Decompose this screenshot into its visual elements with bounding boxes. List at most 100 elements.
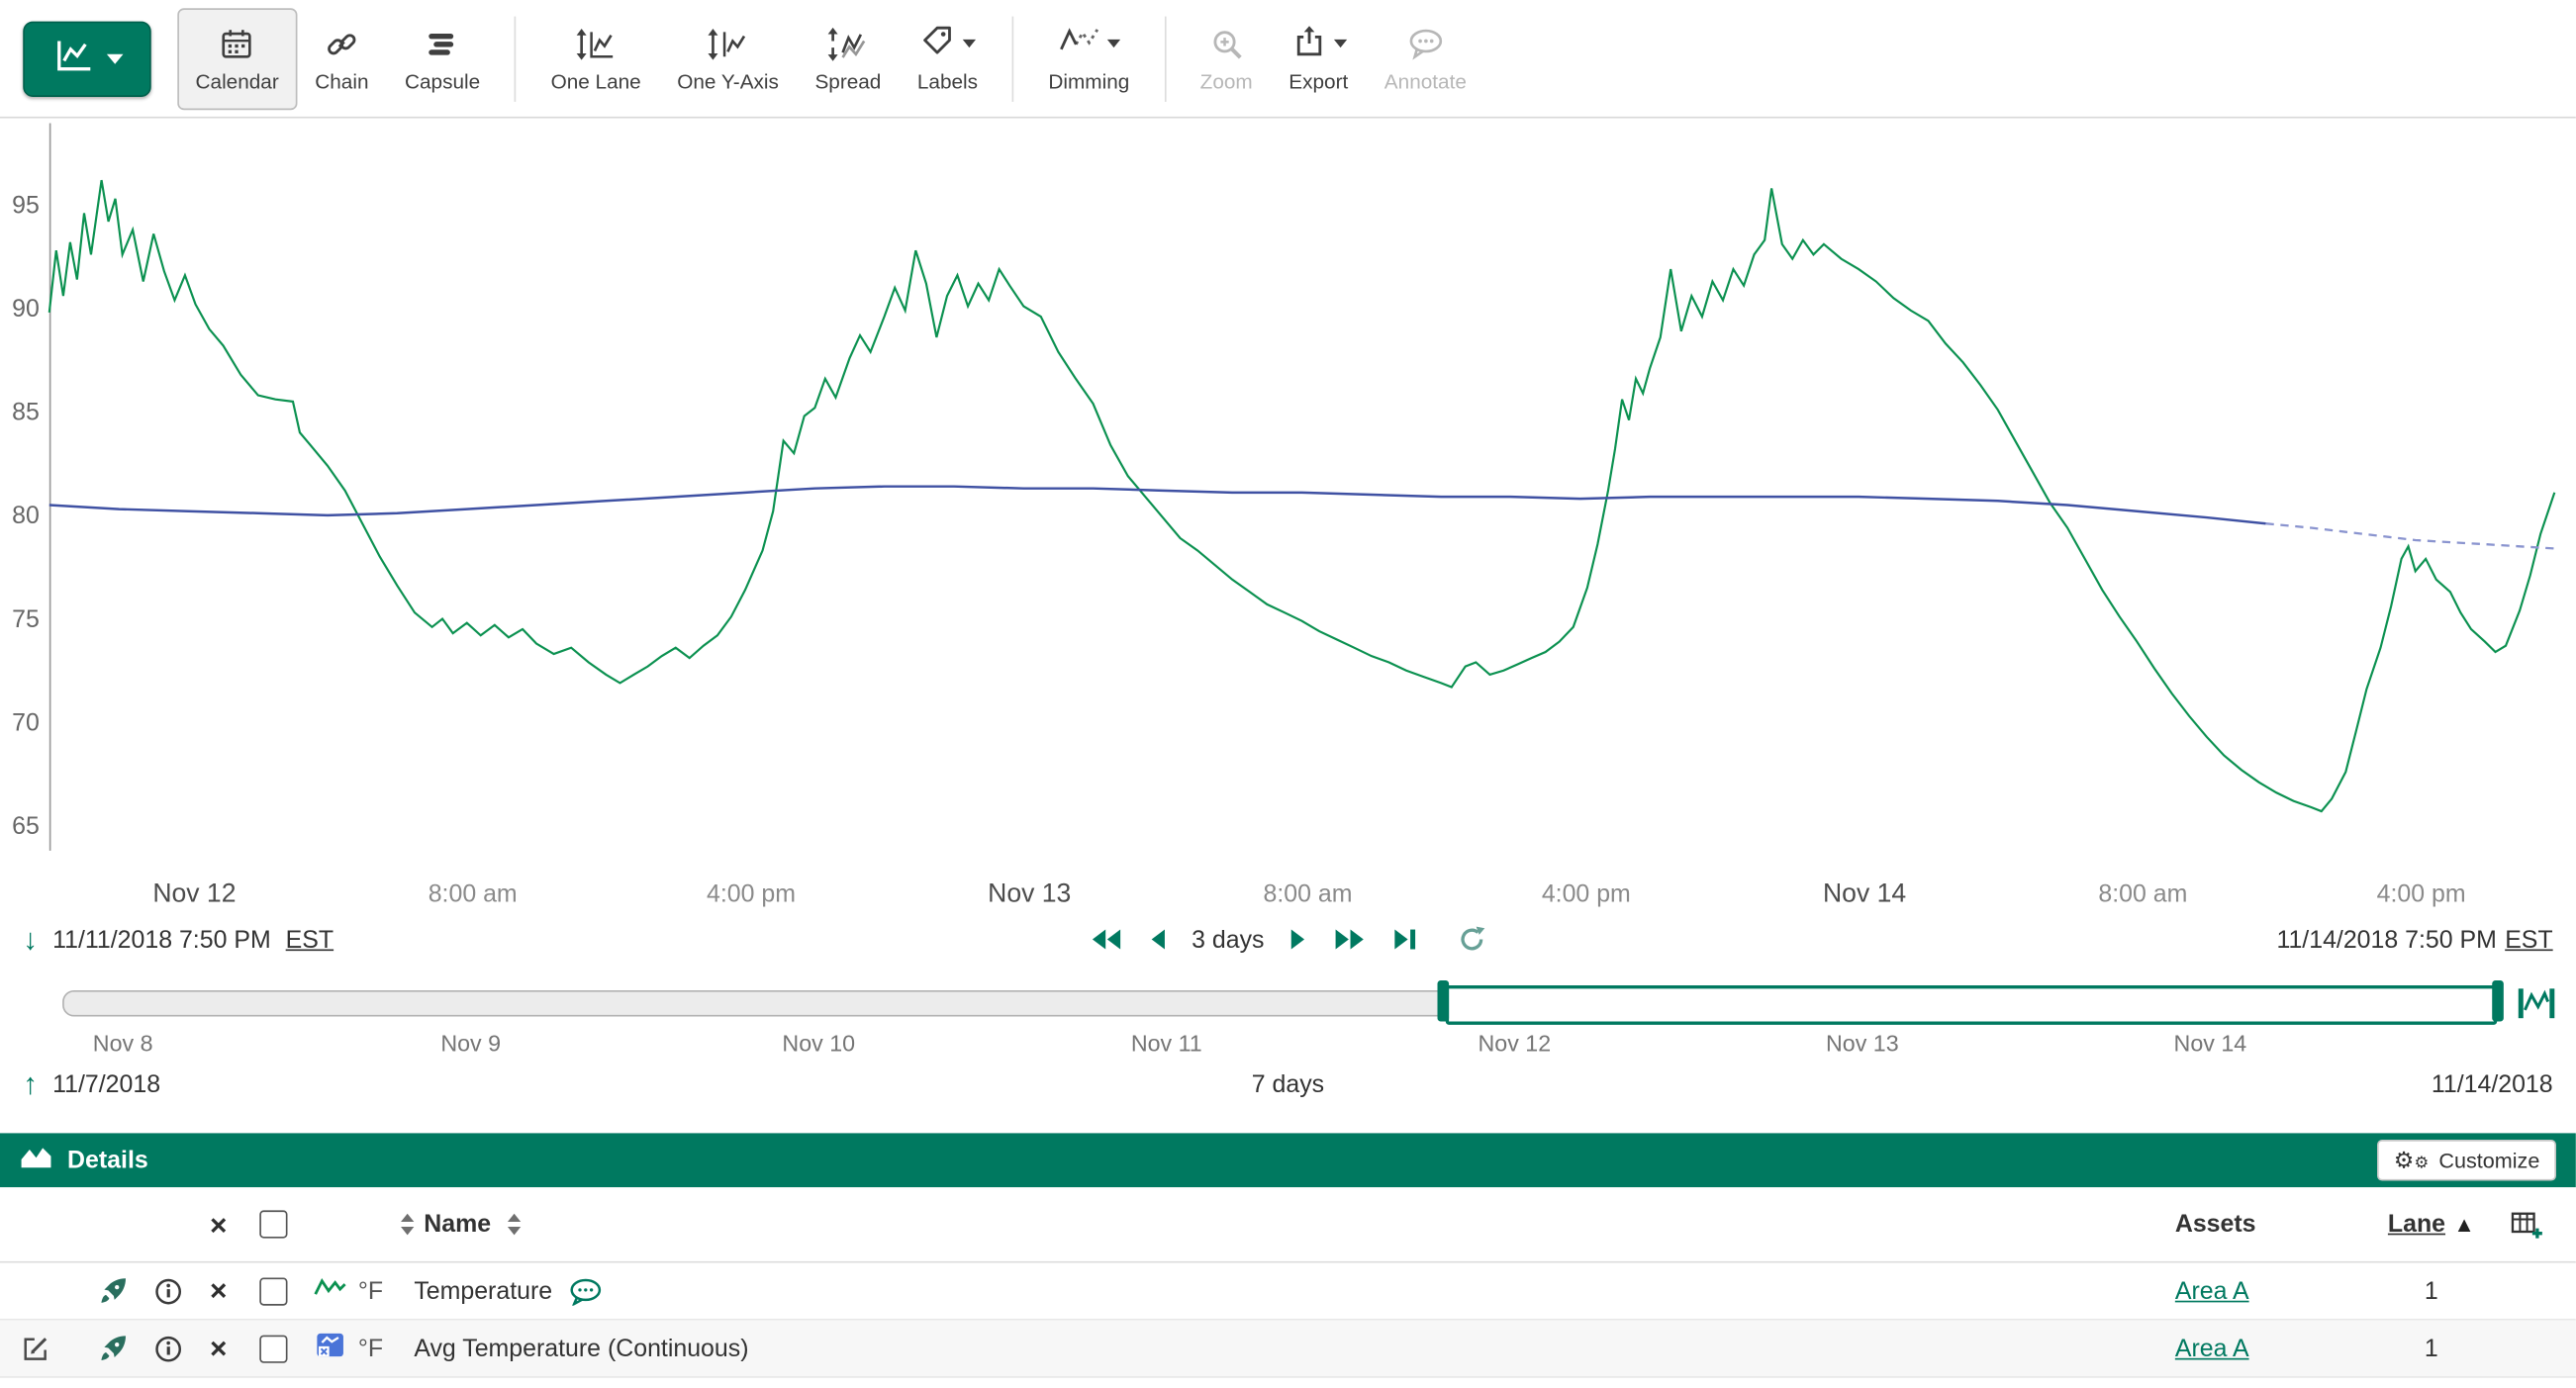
svg-text:4:00 pm: 4:00 pm — [2377, 879, 2466, 907]
item-lane: 1 — [2425, 1335, 2438, 1362]
zoom-button[interactable]: Zoom — [1182, 7, 1271, 109]
select-item-checkbox[interactable] — [258, 1335, 286, 1362]
item-info-button[interactable] — [153, 1277, 181, 1305]
remove-all-button[interactable]: × — [210, 1210, 227, 1240]
trend-chart[interactable]: 95908580757065Nov 128:00 am4:00 pmNov 13… — [0, 119, 2576, 915]
one-lane-label: One Lane — [551, 70, 641, 93]
chain-button[interactable]: Chain — [297, 7, 387, 109]
svg-text:Nov 12: Nov 12 — [152, 878, 236, 907]
remove-item-button[interactable]: × — [210, 1334, 227, 1363]
remove-item-button[interactable]: × — [210, 1276, 227, 1306]
step-forward-half-button[interactable] — [1286, 925, 1308, 955]
item-lane: 1 — [2425, 1277, 2438, 1305]
view-selector-button[interactable] — [23, 21, 150, 96]
svg-text:4:00 pm: 4:00 pm — [1542, 879, 1631, 907]
one-lane-icon — [575, 24, 618, 63]
item-name[interactable]: Avg Temperature (Continuous) — [414, 1335, 748, 1362]
display-range-duration[interactable]: 3 days — [1192, 925, 1264, 953]
edit-formula-button[interactable] — [20, 1333, 51, 1364]
speech-bubble-icon — [569, 1277, 604, 1305]
item-unit: °F — [358, 1335, 383, 1362]
svg-text:70: 70 — [12, 708, 40, 736]
step-back-full-button[interactable] — [1089, 925, 1126, 955]
item-name[interactable]: Temperature — [414, 1277, 552, 1305]
step-forward-full-button[interactable] — [1330, 925, 1368, 955]
export-icon — [1290, 23, 1327, 64]
asset-link[interactable]: Area A — [2175, 1335, 2249, 1362]
overview-tick-label: Nov 13 — [1826, 1030, 1899, 1057]
svg-text:80: 80 — [12, 502, 40, 529]
sort-type-control[interactable] — [401, 1214, 414, 1235]
chevron-down-icon — [106, 53, 123, 63]
table-row: × °F Temperature Area A 1 — [0, 1263, 2576, 1321]
labels-button[interactable]: Labels — [900, 7, 997, 109]
overview-tick-labels: Nov 8Nov 9Nov 10Nov 11Nov 12Nov 13Nov 14 — [0, 1030, 2576, 1062]
dimming-button[interactable]: Dimming — [1030, 7, 1147, 109]
one-lane-button[interactable]: One Lane — [532, 7, 659, 109]
chevron-down-icon — [962, 40, 975, 47]
calendar-button[interactable]: Calendar — [177, 7, 297, 109]
capsule-button[interactable]: Capsule — [387, 7, 499, 109]
annotate-button[interactable]: Annotate — [1367, 7, 1485, 109]
overview-tick-label: Nov 11 — [1131, 1030, 1202, 1057]
calendar-icon — [219, 24, 255, 63]
display-range-start[interactable]: 11/11/2018 7:50 PM — [52, 925, 271, 953]
one-y-axis-button[interactable]: One Y-Axis — [659, 7, 797, 109]
name-column-header[interactable]: Name — [424, 1210, 491, 1238]
asset-swap-button[interactable] — [99, 1276, 129, 1306]
spread-icon — [826, 24, 869, 63]
overview-left-handle[interactable] — [1438, 980, 1450, 1022]
chevron-down-icon — [1107, 40, 1120, 47]
dimming-label: Dimming — [1048, 70, 1129, 93]
investigate-range-end: 11/14/2018 — [2432, 1069, 2553, 1097]
display-range-end-timezone[interactable]: EST — [2505, 925, 2552, 953]
display-range-start-timezone[interactable]: EST — [286, 925, 334, 953]
tag-icon — [919, 23, 956, 64]
asset-swap-button[interactable] — [99, 1334, 129, 1363]
overview-tick-label: Nov 10 — [782, 1030, 855, 1057]
investigate-range-start: 11/7/2018 — [52, 1069, 160, 1097]
auto-update-button[interactable] — [1455, 923, 1487, 956]
svg-text:85: 85 — [12, 399, 40, 426]
export-button[interactable]: Export — [1271, 7, 1367, 109]
sort-ascending-icon: ▲ — [2453, 1212, 2474, 1237]
overview-tick-label: Nov 9 — [440, 1030, 501, 1057]
display-range-bar: ↓ 11/11/2018 7:50 PM EST 3 days 11/14/20… — [0, 915, 2576, 965]
capsule-icon — [425, 24, 461, 63]
item-info-button[interactable] — [153, 1335, 181, 1362]
select-all-checkbox[interactable] — [258, 1210, 286, 1238]
spread-button[interactable]: Spread — [797, 7, 899, 109]
zoom-label: Zoom — [1200, 70, 1253, 93]
chain-icon — [324, 24, 360, 63]
item-unit: °F — [358, 1277, 383, 1305]
zoom-icon — [1208, 24, 1245, 63]
signal-icon — [314, 1276, 346, 1306]
overview-selection-window[interactable] — [1446, 985, 2497, 1025]
customize-button[interactable]: ⚙⚙ Customize — [2377, 1140, 2556, 1181]
select-item-checkbox[interactable] — [258, 1277, 286, 1305]
trend-chart-canvas[interactable]: 95908580757065Nov 128:00 am4:00 pmNov 13… — [0, 119, 2576, 915]
gears-icon: ⚙⚙ — [2394, 1148, 2430, 1172]
chain-label: Chain — [315, 70, 368, 93]
annotation-bubble-button[interactable] — [569, 1277, 604, 1305]
overview-right-handle[interactable] — [2492, 980, 2504, 1022]
assets-column-header[interactable]: Assets — [2175, 1210, 2256, 1238]
sort-name-control[interactable] — [508, 1214, 521, 1235]
capsule-label: Capsule — [405, 70, 480, 93]
investigate-range-arrow-icon: ↑ — [23, 1069, 38, 1099]
details-panel-header: Details ⚙⚙ Customize — [0, 1133, 2576, 1187]
step-back-half-button[interactable] — [1147, 925, 1170, 955]
asset-link[interactable]: Area A — [2175, 1277, 2249, 1305]
add-column-button[interactable] — [2510, 1210, 2542, 1240]
details-panel-title: Details — [67, 1147, 148, 1174]
continuous-signal-icon — [316, 1332, 345, 1364]
details-table: × Name Assets Lane ▲ × — [0, 1187, 2576, 1378]
lane-column-header[interactable]: Lane — [2388, 1210, 2445, 1238]
display-range-end[interactable]: 11/14/2018 7:50 PM — [2276, 925, 2496, 953]
dimming-icon — [1058, 23, 1100, 64]
annotate-label: Annotate — [1384, 70, 1467, 93]
step-to-end-button[interactable] — [1389, 925, 1421, 955]
overview-resize-button[interactable] — [2510, 982, 2562, 1025]
info-icon — [153, 1335, 181, 1362]
rocket-icon — [99, 1334, 129, 1363]
